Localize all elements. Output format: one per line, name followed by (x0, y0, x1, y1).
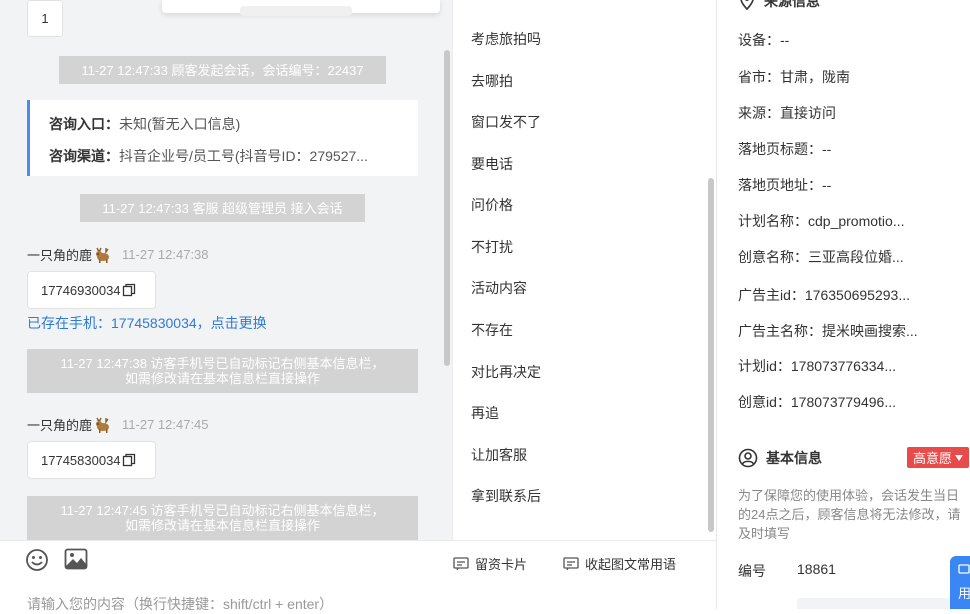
popup-item[interactable] (240, 6, 352, 16)
consult-entry-value: 未知(暂无入口信息) (119, 116, 241, 132)
info-landing-title: 落地页标题：-- (738, 141, 832, 157)
info-plan-name: 计划名称：cdp_promotio... (738, 213, 905, 229)
phone-message-bubble: 17746930034 (27, 271, 156, 309)
floating-button-label: 用 (958, 586, 970, 601)
source-info-title-text: 来源信息 (764, 0, 820, 9)
message-sender: 一只角的鹿 11-27 12:47:38 (27, 245, 209, 264)
lead-card-button[interactable]: 留资卡片 (453, 554, 527, 573)
info-province: 省市：甘肃，陇南 (738, 69, 850, 85)
consult-channel-value: 抖音企业号/员工号(抖音号ID：279527... (119, 148, 368, 164)
id-label: 编号 (738, 563, 766, 579)
phrase-item[interactable]: 考虑旅拍吗 (471, 29, 541, 49)
copy-icon[interactable] (122, 453, 136, 467)
phrase-item[interactable]: 活动内容 (471, 278, 527, 298)
sender-name: 一只角的鹿 (27, 418, 93, 433)
notice-line: 如需修改请在基本信息栏直接操作 (124, 371, 320, 386)
location-icon (740, 0, 754, 10)
info-landing-url: 落地页地址：-- (738, 177, 832, 193)
system-message: 11-27 12:47:33 客服 超级管理员 接入会话 (80, 194, 365, 222)
phrase-item[interactable]: 对比再决定 (471, 362, 541, 382)
basic-info-title: 基本信息 (738, 448, 822, 468)
source-info-title: 来源信息 (738, 0, 820, 11)
phrase-item[interactable]: 拿到联系后 (471, 486, 541, 506)
phone-number: 17745830034 (41, 452, 121, 468)
consult-info-card: 咨询入口：未知(暂无入口信息) 咨询渠道：抖音企业号/员工号(抖音号ID：279… (27, 100, 418, 176)
notice-line: 11-27 12:47:38 访客手机号已自动标记右侧基本信息栏， (60, 356, 385, 371)
image-icon[interactable] (64, 548, 88, 570)
consult-entry-label: 咨询入口： (49, 116, 119, 132)
info-source: 来源：直接访问 (738, 105, 836, 121)
info-creative-id: 创意id：178073779496... (738, 394, 896, 410)
floating-action-button[interactable]: 用 (950, 556, 970, 609)
auto-mark-notice: 11-27 12:47:38 访客手机号已自动标记右侧基本信息栏， 如需修改请在… (27, 349, 418, 393)
phrases-scrollbar[interactable] (708, 178, 714, 532)
user-circle-icon (738, 448, 758, 468)
phrase-item[interactable]: 让加客服 (471, 445, 527, 465)
phrase-item[interactable]: 不打扰 (471, 237, 513, 257)
message-bubble: 1 (27, 0, 63, 37)
next-field-input[interactable] (797, 598, 955, 609)
id-value: 18861 (797, 561, 836, 577)
info-plan-id: 计划id：178073776334... (738, 358, 896, 374)
phone-message-bubble: 17745830034 (27, 441, 156, 479)
info-device: 设备：-- (738, 32, 790, 48)
message-time: 11-27 12:47:45 (122, 417, 209, 432)
smile-icon[interactable] (25, 548, 49, 572)
consult-channel-label: 咨询渠道： (49, 148, 119, 164)
phrase-item[interactable]: 窗口发不了 (471, 112, 541, 132)
caret-down-icon (955, 454, 964, 461)
basic-info-title-text: 基本信息 (766, 450, 822, 466)
notice-line: 11-27 12:47:45 访客手机号已自动标记右侧基本信息栏， (60, 503, 385, 518)
collapse-phrases-button[interactable]: 收起图文常用语 (563, 554, 676, 573)
intent-badge[interactable]: 高意愿 (907, 447, 970, 468)
info-edit-note: 为了保障您的使用体验，会话发生当日的24点之后，顾客信息将无法修改，请及时填写 (738, 488, 961, 541)
popup-menu (162, 0, 440, 16)
card-icon (453, 556, 469, 570)
message-time: 11-27 12:47:38 (122, 247, 209, 262)
info-advertiser-name: 广告主名称：提米映画搜索... (738, 323, 918, 339)
phrase-item[interactable]: 去哪拍 (471, 71, 513, 91)
lead-card-label: 留资卡片 (475, 557, 528, 572)
phrase-item[interactable]: 问价格 (471, 195, 513, 215)
collapse-phrases-label: 收起图文常用语 (585, 557, 677, 572)
message-icon (563, 556, 579, 570)
system-message: 11-27 12:47:33 顾客发起会话，会话编号：22437 (59, 56, 386, 84)
deer-emoji-icon (96, 247, 110, 263)
deer-emoji-icon (96, 417, 110, 433)
message-icon (958, 564, 970, 574)
phone-number: 17746930034 (41, 282, 121, 298)
intent-badge-label: 高意愿 (913, 451, 953, 466)
phrase-item[interactable]: 要电话 (471, 154, 513, 174)
sender-name: 一只角的鹿 (27, 248, 93, 263)
chat-panel: 1 11-27 12:47:33 顾客发起会话，会话编号：22437 咨询入口：… (0, 0, 452, 540)
auto-mark-notice: 11-27 12:47:45 访客手机号已自动标记右侧基本信息栏， 如需修改请在… (27, 496, 418, 540)
notice-line: 如需修改请在基本信息栏直接操作 (124, 518, 320, 533)
change-phone-link[interactable]: 已存在手机：17745830034，点击更换 (27, 313, 267, 333)
copy-icon[interactable] (122, 283, 136, 297)
chat-scrollbar[interactable] (444, 50, 450, 366)
chat-input[interactable]: 请输入您的内容（换行快捷键：shift/ctrl + enter） (27, 594, 333, 614)
phrase-item[interactable]: 再追 (471, 403, 499, 423)
info-creative-name: 创意名称：三亚高段位婚... (738, 249, 904, 265)
phrase-item[interactable]: 不存在 (471, 320, 513, 340)
info-advertiser-id: 广告主id：176350695293... (738, 287, 910, 303)
consult-channel-row: 咨询渠道：抖音企业号/员工号(抖音号ID：279527... (49, 146, 404, 166)
consult-entry-row: 咨询入口：未知(暂无入口信息) (49, 114, 404, 134)
quick-phrases-panel: 考虑旅拍吗 去哪拍 窗口发不了 要电话 问价格 不打扰 活动内容 不存在 对比再… (452, 0, 716, 540)
message-sender: 一只角的鹿 11-27 12:47:45 (27, 415, 209, 434)
